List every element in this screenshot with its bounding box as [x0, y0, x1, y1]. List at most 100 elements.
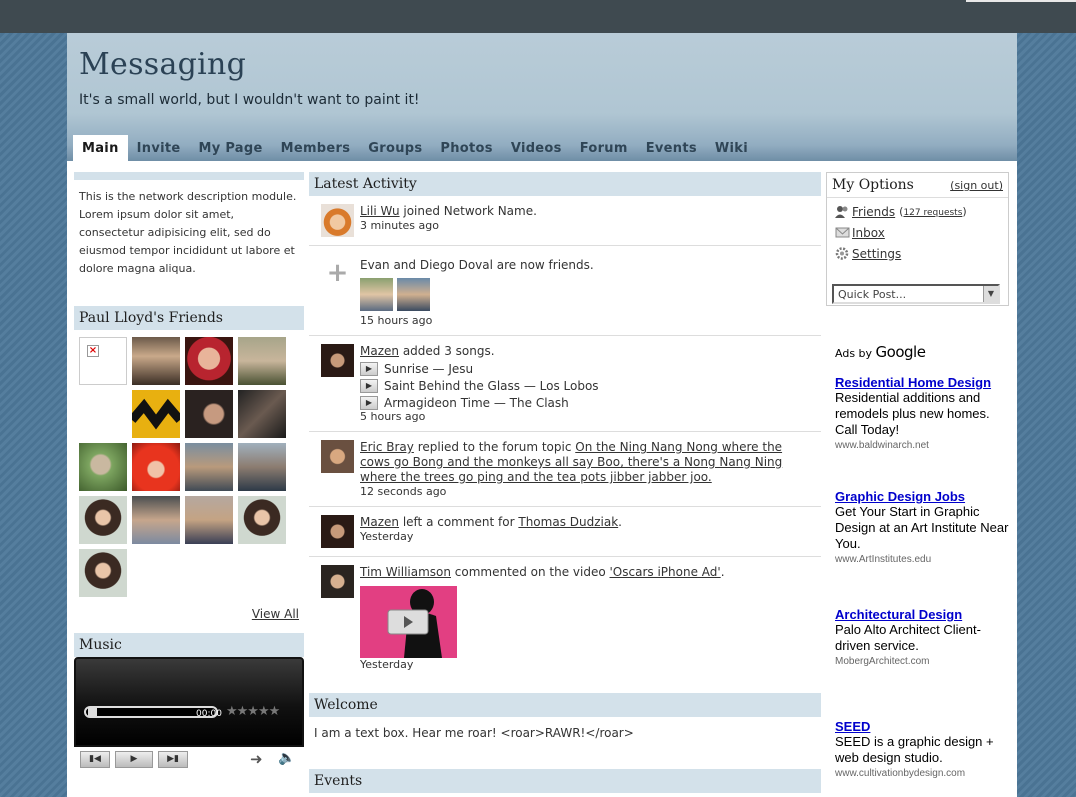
ad-title[interactable]: Residential Home Design: [835, 375, 1009, 390]
tab-wiki[interactable]: Wiki: [706, 135, 757, 161]
ad-url[interactable]: www.ArtInstitutes.edu: [835, 554, 1009, 565]
video-silhouette-art: [387, 589, 442, 658]
tab-events[interactable]: Events: [637, 135, 706, 161]
ad-unit: SEED SEED is a graphic design + web desi…: [826, 719, 1009, 779]
sign-out-link[interactable]: (sign out): [950, 179, 1003, 197]
friend-avatar[interactable]: [238, 390, 286, 438]
activity-item: Eric Bray replied to the forum topic On …: [309, 432, 821, 507]
user-link[interactable]: Lili Wu: [360, 204, 400, 218]
ad-url[interactable]: MobergArchitect.com: [835, 656, 1009, 667]
friend-avatar-broken[interactable]: ×: [79, 337, 127, 385]
ad-description: SEED is a graphic design + web design st…: [835, 734, 994, 765]
friend-avatar[interactable]: [132, 443, 180, 491]
tab-forum[interactable]: Forum: [571, 135, 637, 161]
ad-description: Residential additions and remodels plus …: [835, 390, 990, 437]
user-avatar[interactable]: [321, 440, 354, 473]
friends-option: Friends (127 requests): [827, 201, 1008, 222]
friend-avatar[interactable]: [238, 496, 286, 544]
site-header: Messaging It's a small world, but I woul…: [67, 33, 1017, 161]
user-avatar[interactable]: [321, 515, 354, 548]
song-row: ▶ Saint Behind the Glass — Los Lobos: [360, 379, 599, 393]
friend-requests-link[interactable]: 127 requests: [903, 208, 962, 218]
network-description: This is the network description module. …: [79, 190, 297, 275]
user-link[interactable]: Mazen: [360, 344, 399, 358]
activity-text: Evan and Diego Doval are now friends.: [360, 258, 594, 272]
main-nav: Main Invite My Page Members Groups Photo…: [73, 135, 757, 161]
friend-avatar[interactable]: [185, 390, 233, 438]
previous-button[interactable]: ▮◀: [80, 751, 110, 768]
settings-link[interactable]: Settings: [852, 247, 901, 261]
song-title: Sunrise — Jesu: [384, 362, 474, 376]
friend-avatar[interactable]: [132, 337, 180, 385]
friend-avatar[interactable]: [128, 390, 184, 438]
view-all-link-row: View All: [74, 597, 304, 621]
chevron-down-icon[interactable]: ▼: [983, 286, 998, 302]
quick-post-select[interactable]: Quick Post... ▼: [832, 284, 1000, 304]
user-avatar[interactable]: [321, 344, 354, 377]
video-thumbnail[interactable]: [360, 586, 457, 658]
ad-description: Get Your Start in Graphic Design at an A…: [835, 504, 1009, 551]
events-title: Events: [309, 769, 821, 793]
envelope-icon: [835, 227, 850, 238]
tab-members[interactable]: Members: [272, 135, 360, 161]
rating-stars[interactable]: ★★★★★: [226, 704, 280, 719]
right-column: My Options (sign out) Friends (127 reque…: [826, 172, 1009, 779]
next-button[interactable]: ▶▮: [158, 751, 188, 768]
friend-avatar[interactable]: [79, 443, 127, 491]
user-avatar[interactable]: [321, 565, 354, 598]
user-link[interactable]: Eric Bray: [360, 440, 414, 454]
video-link[interactable]: 'Oscars iPhone Ad': [610, 565, 721, 579]
friends-title: Paul Lloyd's Friends: [74, 306, 304, 330]
play-button[interactable]: ▶: [115, 751, 153, 768]
my-options-box: My Options (sign out) Friends (127 reque…: [826, 172, 1009, 306]
ad-url[interactable]: www.cultivationbydesign.com: [835, 768, 1009, 779]
activity-time: 15 hours ago: [360, 314, 433, 327]
tab-my-page[interactable]: My Page: [189, 135, 271, 161]
activity-item: Mazen left a comment for Thomas Dudziak.…: [309, 507, 821, 557]
welcome-text: I am a text box. Hear me roar! <roar>RAW…: [314, 726, 634, 740]
tab-main[interactable]: Main: [73, 135, 128, 161]
user-avatar[interactable]: [321, 204, 354, 237]
volume-icon[interactable]: 🔈: [278, 750, 295, 766]
user-link[interactable]: Tim Williamson: [360, 565, 451, 579]
friend-avatar[interactable]: [79, 496, 127, 544]
activity-time: Yesterday: [360, 658, 414, 671]
ad-title[interactable]: SEED: [835, 719, 1009, 734]
friend-avatar[interactable]: [79, 549, 127, 597]
tab-photos[interactable]: Photos: [431, 135, 501, 161]
quick-post-value: Quick Post...: [838, 288, 907, 301]
progress-knob[interactable]: [88, 708, 97, 716]
inbox-link[interactable]: Inbox: [852, 226, 885, 240]
friends-link[interactable]: Friends: [852, 205, 895, 219]
friend-avatar[interactable]: [185, 496, 233, 544]
progress-bar[interactable]: 00:00: [84, 706, 222, 719]
friend-avatar[interactable]: [132, 496, 180, 544]
comment-target-link[interactable]: Thomas Dudziak: [518, 515, 618, 529]
friend-avatar[interactable]: [238, 337, 286, 385]
play-song-button[interactable]: ▶: [360, 379, 378, 393]
friend-thumb[interactable]: [397, 278, 430, 311]
ads-by-google-label[interactable]: Ads by Google: [835, 343, 1009, 361]
ad-url[interactable]: www.baldwinarch.net: [835, 440, 1009, 451]
friend-avatar[interactable]: [185, 443, 233, 491]
play-song-button[interactable]: ▶: [360, 396, 378, 410]
time-display: 00:00: [196, 709, 222, 719]
inbox-option: Inbox: [827, 222, 1008, 243]
activity-text-tail: .: [720, 565, 725, 579]
play-song-button[interactable]: ▶: [360, 362, 378, 376]
ad-title[interactable]: Graphic Design Jobs: [835, 489, 1009, 504]
tab-invite[interactable]: Invite: [128, 135, 190, 161]
shuffle-icon[interactable]: ➜: [250, 750, 263, 768]
user-link[interactable]: Mazen: [360, 515, 399, 529]
view-all-link[interactable]: View All: [252, 607, 299, 621]
activity-time: 5 hours ago: [360, 410, 426, 423]
tab-videos[interactable]: Videos: [502, 135, 571, 161]
friend-avatar[interactable]: [185, 337, 233, 385]
welcome-title: Welcome: [309, 693, 821, 717]
ad-title[interactable]: Architectural Design: [835, 607, 1009, 622]
friends-icon: [835, 206, 848, 218]
friend-thumb[interactable]: [360, 278, 393, 311]
site-title[interactable]: Messaging: [79, 47, 246, 82]
tab-groups[interactable]: Groups: [359, 135, 431, 161]
friend-avatar[interactable]: [238, 443, 286, 491]
